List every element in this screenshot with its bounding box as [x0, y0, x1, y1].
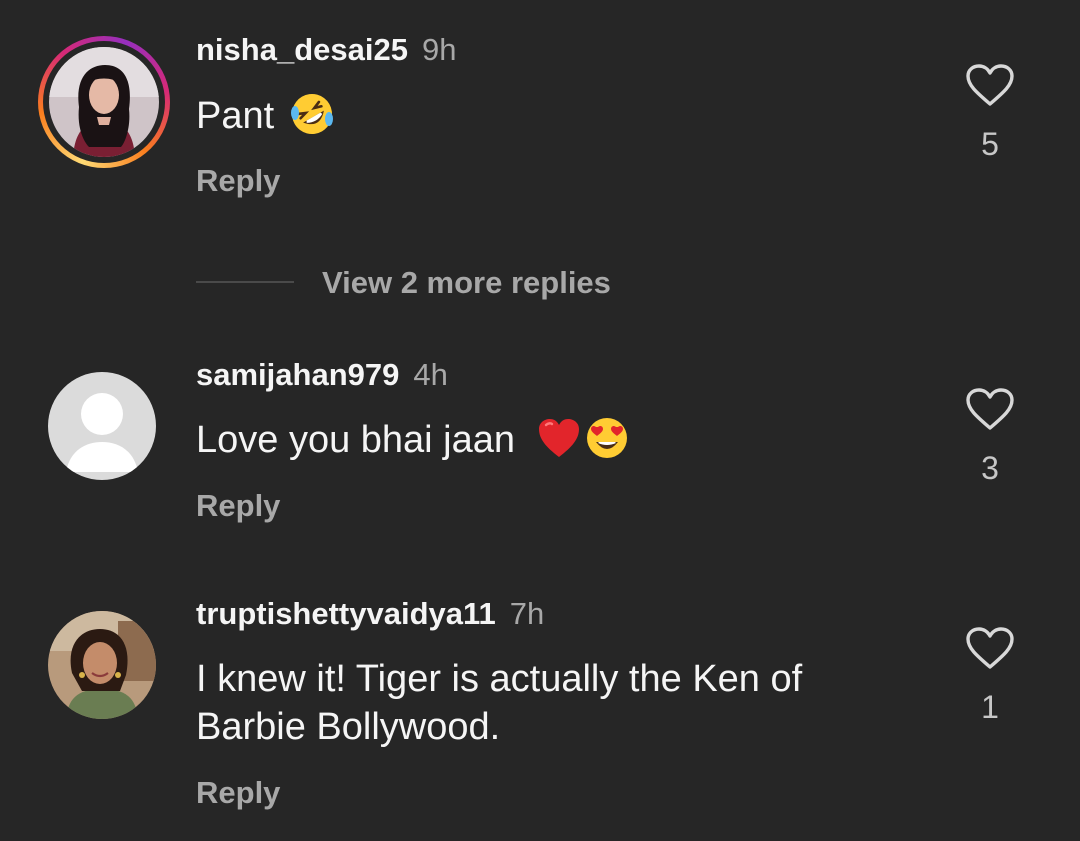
avatar-story-ring[interactable] [38, 36, 170, 168]
timestamp: 4h [413, 357, 448, 392]
view-more-replies[interactable]: View 2 more replies [196, 265, 696, 305]
red-heart-emoji [536, 415, 582, 461]
comment-body: Pant [196, 95, 275, 137]
timestamp: 7h [509, 596, 545, 631]
view-more-replies-label[interactable]: View 2 more replies [322, 265, 611, 301]
like-control: 1 [964, 625, 1016, 725]
like-control: 3 [964, 386, 1016, 486]
avatar-container[interactable] [38, 372, 170, 504]
rolling-on-floor-laughing-emoji [289, 91, 335, 137]
comment-header: samijahan979 4h [196, 357, 448, 393]
default-user-avatar [48, 372, 156, 480]
like-count: 5 [981, 126, 999, 162]
timestamp: 9h [421, 32, 457, 67]
heart-outline-icon[interactable] [964, 386, 1016, 432]
username[interactable]: nisha_desai25 [196, 32, 408, 67]
comment-header: truptishettyvaidya11 7h [196, 596, 544, 632]
comment-body-line-1: I knew it! Tiger is actually the Ken of [196, 658, 803, 700]
username[interactable]: samijahan979 [196, 357, 399, 392]
comments-screen: nisha_desai25 9h Pant Reply 5 View 2 mor… [0, 0, 1080, 841]
reply-button[interactable]: Reply [196, 163, 280, 199]
comment-text: Pant [196, 92, 896, 141]
heart-eyes-emoji [584, 415, 630, 461]
like-control: 5 [964, 62, 1016, 162]
comment-body: Love you bhai jaan [196, 419, 516, 461]
like-count: 1 [981, 689, 999, 725]
comment-body-line-2: Barbie Bollywood. [196, 706, 501, 748]
comment-header: nisha_desai25 9h [196, 32, 456, 68]
like-count: 3 [981, 450, 999, 486]
divider-line [196, 281, 294, 283]
avatar-container[interactable] [38, 611, 170, 743]
avatar [48, 611, 156, 719]
heart-outline-icon[interactable] [964, 62, 1016, 108]
comment-text: I knew it! Tiger is actually the Ken of … [196, 655, 896, 751]
reply-button[interactable]: Reply [196, 775, 280, 811]
heart-outline-icon[interactable] [964, 625, 1016, 671]
avatar-photo [49, 47, 159, 157]
username[interactable]: truptishettyvaidya11 [196, 596, 496, 631]
avatar [49, 47, 159, 157]
reply-button[interactable]: Reply [196, 488, 280, 524]
avatar-photo [48, 611, 156, 719]
comment-text: Love you bhai jaan [196, 416, 896, 465]
